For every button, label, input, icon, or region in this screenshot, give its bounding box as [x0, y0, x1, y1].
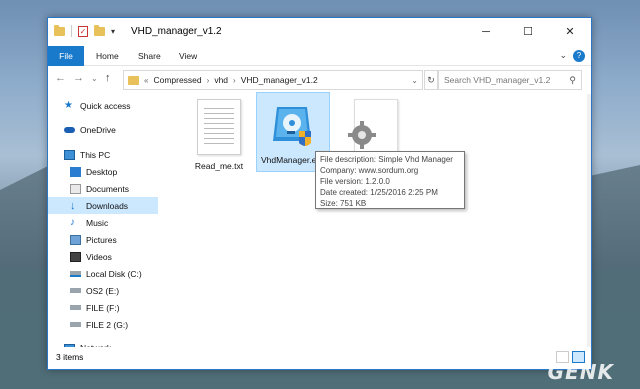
folder-icon [128, 75, 139, 85]
file-list: Read_me.txt VhdManager.ex [159, 92, 589, 348]
breadcrumb-item[interactable]: Compressed [153, 75, 201, 85]
settings-file-icon [348, 99, 398, 155]
sidebar-item-documents[interactable]: Documents [48, 180, 158, 197]
address-bar[interactable]: « Compressed › vhd › VHD_manager_v1.2 ⌄ [123, 70, 423, 90]
drive-icon [70, 305, 81, 310]
new-folder-icon[interactable] [94, 24, 105, 36]
sidebar-item-local-disk-c[interactable]: Local Disk (C:) [48, 265, 158, 282]
sidebar-item-this-pc[interactable]: This PC [48, 146, 158, 163]
properties-icon[interactable]: ✓ [78, 25, 88, 37]
search-placeholder: Search VHD_manager_v1.2 [444, 75, 551, 85]
folder-icon [54, 24, 65, 36]
scrollbar[interactable] [587, 94, 591, 348]
tooltip-line: File version: 1.2.0.0 [320, 177, 390, 186]
music-icon: ♪ [70, 216, 75, 228]
download-icon: ↓ [70, 199, 76, 212]
vhd-manager-app-icon [267, 101, 319, 153]
quick-access-toolbar: ✓ ▾ [54, 24, 115, 37]
tab-home[interactable]: Home [96, 46, 119, 66]
address-dropdown-icon[interactable]: ⌄ [411, 76, 418, 85]
watermark-logo: GENK [547, 360, 614, 384]
expand-ribbon-icon[interactable]: ⌄ [559, 50, 567, 61]
item-count: 3 items [56, 352, 84, 362]
maximize-button[interactable]: ☐ [507, 18, 549, 46]
breadcrumb-item[interactable]: vhd [214, 75, 228, 85]
breadcrumb-separator-icon[interactable]: › [207, 76, 210, 85]
computer-icon [64, 149, 75, 160]
close-button[interactable]: ✕ [549, 18, 591, 46]
forward-icon[interactable]: → [73, 72, 84, 84]
text-file-icon [197, 99, 241, 155]
customize-toolbar-icon[interactable]: ▾ [111, 27, 115, 36]
sidebar-item-file-f[interactable]: FILE (F:) [48, 299, 158, 316]
help-icon[interactable]: ? [573, 50, 585, 62]
tab-view[interactable]: View [179, 46, 197, 66]
sidebar-item-file-2-g[interactable]: FILE 2 (G:) [48, 316, 158, 333]
file-name: Read_me.txt [194, 161, 244, 171]
overflow-crumb[interactable]: « [144, 76, 148, 85]
up-icon[interactable]: ↑ [105, 72, 111, 84]
disk-icon [70, 270, 81, 277]
file-item[interactable]: Read_me.txt [182, 96, 256, 176]
search-icon[interactable]: ⚲ [569, 71, 576, 89]
navigation-pane: ★ Quick access OneDrive This PC Desktop … [48, 94, 158, 353]
sidebar-item-pictures[interactable]: Pictures [48, 231, 158, 248]
back-icon[interactable]: ← [55, 72, 66, 84]
breadcrumb-item[interactable]: VHD_manager_v1.2 [241, 75, 318, 85]
breadcrumb-separator-icon[interactable]: › [233, 76, 236, 85]
tooltip-line: File description: Simple Vhd Manager [320, 155, 453, 164]
sidebar-item-quick-access[interactable]: ★ Quick access [48, 97, 158, 114]
refresh-icon[interactable]: ↻ [424, 70, 438, 90]
cloud-icon [64, 126, 75, 133]
star-icon: ★ [64, 99, 73, 111]
pictures-icon [70, 234, 81, 245]
drive-icon [70, 288, 81, 293]
ribbon-tabs: File Home Share View ⌄ ? [48, 46, 591, 66]
sidebar-item-music[interactable]: ♪ Music [48, 214, 158, 231]
desktop-icon [70, 166, 81, 177]
file-info-tooltip: File description: Simple Vhd Manager Com… [315, 151, 465, 209]
tooltip-line: Company: www.sordum.org [320, 166, 419, 175]
tooltip-line: Size: 751 KB [320, 199, 367, 208]
status-bar: 3 items [48, 347, 591, 369]
sidebar-item-downloads[interactable]: ↓ Downloads [48, 197, 158, 214]
sidebar-item-videos[interactable]: Videos [48, 248, 158, 265]
videos-icon [70, 251, 81, 262]
tab-file[interactable]: File [48, 46, 84, 66]
navigation-bar: ← → ⌄ ↑ « Compressed › vhd › VHD_manager… [48, 66, 591, 94]
sidebar-item-onedrive[interactable]: OneDrive [48, 121, 158, 138]
drive-icon [70, 322, 81, 327]
tooltip-line: Date created: 1/25/2016 2:25 PM [320, 188, 438, 197]
title-bar: ✓ ▾ VHD_manager_v1.2 ─ ☐ ✕ [48, 18, 591, 46]
sidebar-item-os2-e[interactable]: OS2 (E:) [48, 282, 158, 299]
minimize-button[interactable]: ─ [465, 18, 507, 46]
search-input[interactable]: Search VHD_manager_v1.2 ⚲ [438, 70, 582, 90]
documents-icon [70, 183, 81, 194]
sidebar-item-desktop[interactable]: Desktop [48, 163, 158, 180]
tab-share[interactable]: Share [138, 46, 161, 66]
window-title: VHD_manager_v1.2 [131, 26, 222, 37]
recent-locations-icon[interactable]: ⌄ [91, 74, 98, 83]
